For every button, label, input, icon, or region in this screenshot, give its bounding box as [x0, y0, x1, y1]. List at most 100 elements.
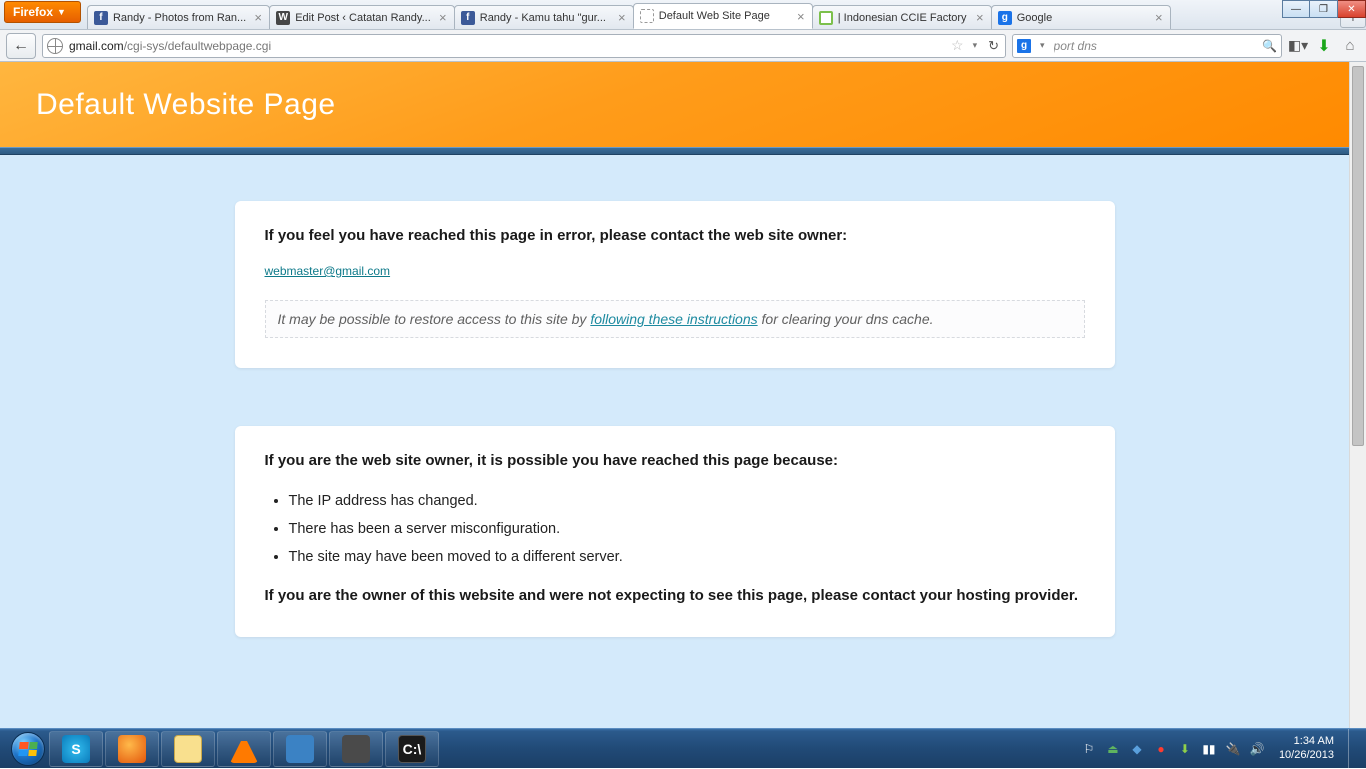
browser-nav-row: ← gmail.com/cgi-sys/defaultwebpage.cgi ☆… — [0, 30, 1366, 62]
taskbar-app-devicemgr[interactable] — [273, 731, 327, 767]
system-tray: ⚐ ⏏ ◆ ● ⬇ ▮▮ 🔌 🔊 1:34 AM 10/26/2013 — [1081, 729, 1358, 769]
reason-item-1: There has been a server misconfiguration… — [289, 515, 1085, 543]
back-button[interactable]: ← — [6, 33, 36, 59]
scrollbar-thumb[interactable] — [1352, 66, 1364, 446]
instructions-link[interactable]: following these instructions — [590, 311, 757, 327]
window-minimize-button[interactable]: — — [1282, 0, 1310, 18]
tray-network-icon[interactable]: ▮▮ — [1201, 741, 1217, 757]
tab-close-icon[interactable]: × — [615, 11, 629, 25]
browser-tab-3[interactable]: Default Web Site Page × — [633, 3, 813, 29]
g-favicon-icon: g — [998, 11, 1012, 25]
fb-favicon-icon: f — [94, 11, 108, 25]
clock-date: 10/26/2013 — [1279, 749, 1334, 762]
notice-pre: It may be possible to restore access to … — [278, 311, 591, 327]
taskbar-app-netbeans[interactable] — [329, 731, 383, 767]
url-path: /cgi-sys/defaultwebpage.cgi — [124, 39, 271, 53]
tray-antivirus-icon[interactable]: ● — [1153, 741, 1169, 757]
browser-tab-5[interactable]: g Google × — [991, 5, 1171, 29]
globe-icon — [47, 38, 63, 54]
firefox-menu-button[interactable]: Firefox ▼ — [4, 1, 81, 23]
tab-label: Randy - Kamu tahu "gur... — [480, 12, 610, 24]
reload-icon[interactable]: ↻ — [986, 38, 1001, 54]
search-bar[interactable]: g ▾ 🔍 — [1012, 34, 1282, 58]
tray-download-icon[interactable]: ⬇ — [1177, 741, 1193, 757]
card-lead-text: If you feel you have reached this page i… — [265, 227, 1085, 244]
vlc-icon — [230, 735, 258, 763]
start-button[interactable] — [8, 729, 48, 769]
tray-idm-icon[interactable]: ◆ — [1129, 741, 1145, 757]
explorer-icon — [174, 735, 202, 763]
reason-item-2: The site may have been moved to a differ… — [289, 543, 1085, 571]
window-close-button[interactable]: ✕ — [1338, 0, 1366, 18]
tab-close-icon[interactable]: × — [1152, 11, 1166, 25]
url-domain: gmail.com — [69, 39, 124, 53]
caret-down-icon: ▼ — [57, 7, 66, 17]
reason-item-0: The IP address has changed. — [289, 487, 1085, 515]
netbeans-icon — [342, 735, 370, 763]
browser-tab-1[interactable]: W Edit Post ‹ Catatan Randy... × — [269, 5, 455, 29]
bookmark-star-icon[interactable]: ☆ — [951, 37, 964, 54]
browser-tab-2[interactable]: f Randy - Kamu tahu "gur... × — [454, 5, 634, 29]
webmaster-email-link[interactable]: webmaster@gmail.com — [265, 264, 391, 278]
tray-flag-icon[interactable]: ⚐ — [1081, 741, 1097, 757]
url-text: gmail.com/cgi-sys/defaultwebpage.cgi — [69, 39, 945, 53]
page-title: Default Website Page — [36, 88, 336, 122]
search-input[interactable] — [1054, 39, 1257, 53]
search-engine-caret-icon[interactable]: ▾ — [1037, 40, 1048, 51]
arrow-left-icon: ← — [13, 37, 29, 55]
taskbar-clock[interactable]: 1:34 AM 10/26/2013 — [1279, 735, 1334, 761]
tab-label: Edit Post ‹ Catatan Randy... — [295, 12, 431, 24]
taskbar-app-cmd[interactable]: C:\ — [385, 731, 439, 767]
taskbar-app-skype[interactable]: S — [49, 731, 103, 767]
reasons-list: The IP address has changed.There has bee… — [265, 487, 1085, 571]
url-dropdown-caret-icon[interactable]: ▾ — [970, 40, 981, 51]
dns-cache-notice: It may be possible to restore access to … — [265, 300, 1085, 338]
show-desktop-button[interactable] — [1348, 729, 1358, 769]
clock-time: 1:34 AM — [1279, 735, 1334, 748]
vertical-scrollbar[interactable] — [1349, 62, 1366, 728]
tab-label: | Indonesian CCIE Factory — [838, 12, 968, 24]
wp-favicon-icon: W — [276, 11, 290, 25]
card2-closing-text: If you are the owner of this website and… — [265, 585, 1085, 607]
notice-post: for clearing your dns cache. — [758, 311, 934, 327]
browser-tabstrip-row: Firefox ▼ f Randy - Photos from Ran... × WE… — [0, 0, 1366, 30]
search-icon[interactable]: 🔍 — [1262, 39, 1277, 53]
bookmarks-dropdown-icon[interactable]: ◧▾ — [1288, 36, 1308, 56]
card2-lead-text: If you are the web site owner, it is pos… — [265, 452, 1085, 469]
tab-label: Default Web Site Page — [659, 10, 789, 22]
tray-volume-icon[interactable]: 🔊 — [1249, 741, 1265, 757]
cmd-icon: C:\ — [398, 735, 426, 763]
tab-close-icon[interactable]: × — [251, 11, 265, 25]
window-maximize-button[interactable]: ❐ — [1310, 0, 1338, 18]
firefox-menu-label: Firefox — [13, 5, 53, 19]
page-content: Default Website Page If you feel you hav… — [0, 62, 1349, 728]
card-site-owner: If you are the web site owner, it is pos… — [235, 426, 1115, 637]
tab-label: Google — [1017, 12, 1147, 24]
downloads-icon[interactable]: ⬇ — [1314, 36, 1334, 56]
url-bar[interactable]: gmail.com/cgi-sys/defaultwebpage.cgi ☆ ▾… — [42, 34, 1006, 58]
windows-taskbar: S C:\ ⚐ ⏏ ◆ ● ⬇ ▮▮ 🔌 🔊 1:34 AM 10/26/201… — [0, 728, 1366, 768]
device-manager-icon — [286, 735, 314, 763]
tray-power-icon[interactable]: 🔌 — [1225, 741, 1241, 757]
taskbar-app-explorer[interactable] — [161, 731, 215, 767]
tabstrip: f Randy - Photos from Ran... × W Edit Post ‹… — [87, 1, 1336, 29]
browser-tab-0[interactable]: f Randy - Photos from Ran... × — [87, 5, 270, 29]
ci-favicon-icon — [819, 11, 833, 25]
skype-icon: S — [62, 735, 90, 763]
google-engine-icon[interactable]: g — [1017, 39, 1031, 53]
start-orb-icon — [11, 732, 45, 766]
home-icon[interactable]: ⌂ — [1340, 36, 1360, 56]
firefox-icon — [118, 735, 146, 763]
tab-close-icon[interactable]: × — [436, 11, 450, 25]
browser-tab-4[interactable]: | Indonesian CCIE Factory × — [812, 5, 992, 29]
fb-favicon-icon: f — [461, 11, 475, 25]
tray-safely-remove-icon[interactable]: ⏏ — [1105, 741, 1121, 757]
tab-close-icon[interactable]: × — [973, 11, 987, 25]
page-viewport: Default Website Page If you feel you hav… — [0, 62, 1366, 728]
hero-banner: Default Website Page — [0, 62, 1349, 147]
taskbar-app-vlc[interactable] — [217, 731, 271, 767]
card-contact-owner: If you feel you have reached this page i… — [235, 201, 1115, 368]
taskbar-app-firefox[interactable] — [105, 731, 159, 767]
tab-label: Randy - Photos from Ran... — [113, 12, 246, 24]
tab-close-icon[interactable]: × — [794, 9, 808, 23]
